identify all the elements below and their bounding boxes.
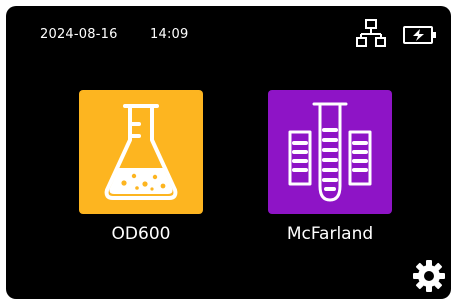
mcfarland-app-button[interactable] [268, 90, 392, 214]
battery-charging-icon [403, 26, 436, 44]
test-tube-icon [288, 102, 372, 202]
gear-icon[interactable] [412, 259, 446, 293]
network-icon [356, 19, 386, 47]
status-time: 14:09 [150, 27, 189, 42]
od600-app-button[interactable] [79, 90, 203, 214]
flask-icon [104, 104, 178, 200]
od600-app-label: OD600 [111, 224, 171, 244]
status-bar: 2024-08-16 14:09 [6, 6, 451, 58]
device-screen: 2024-08-16 14:09 OD600 McFarland [6, 6, 451, 299]
status-date: 2024-08-16 [40, 27, 118, 42]
mcfarland-app-label: McFarland [286, 224, 374, 244]
